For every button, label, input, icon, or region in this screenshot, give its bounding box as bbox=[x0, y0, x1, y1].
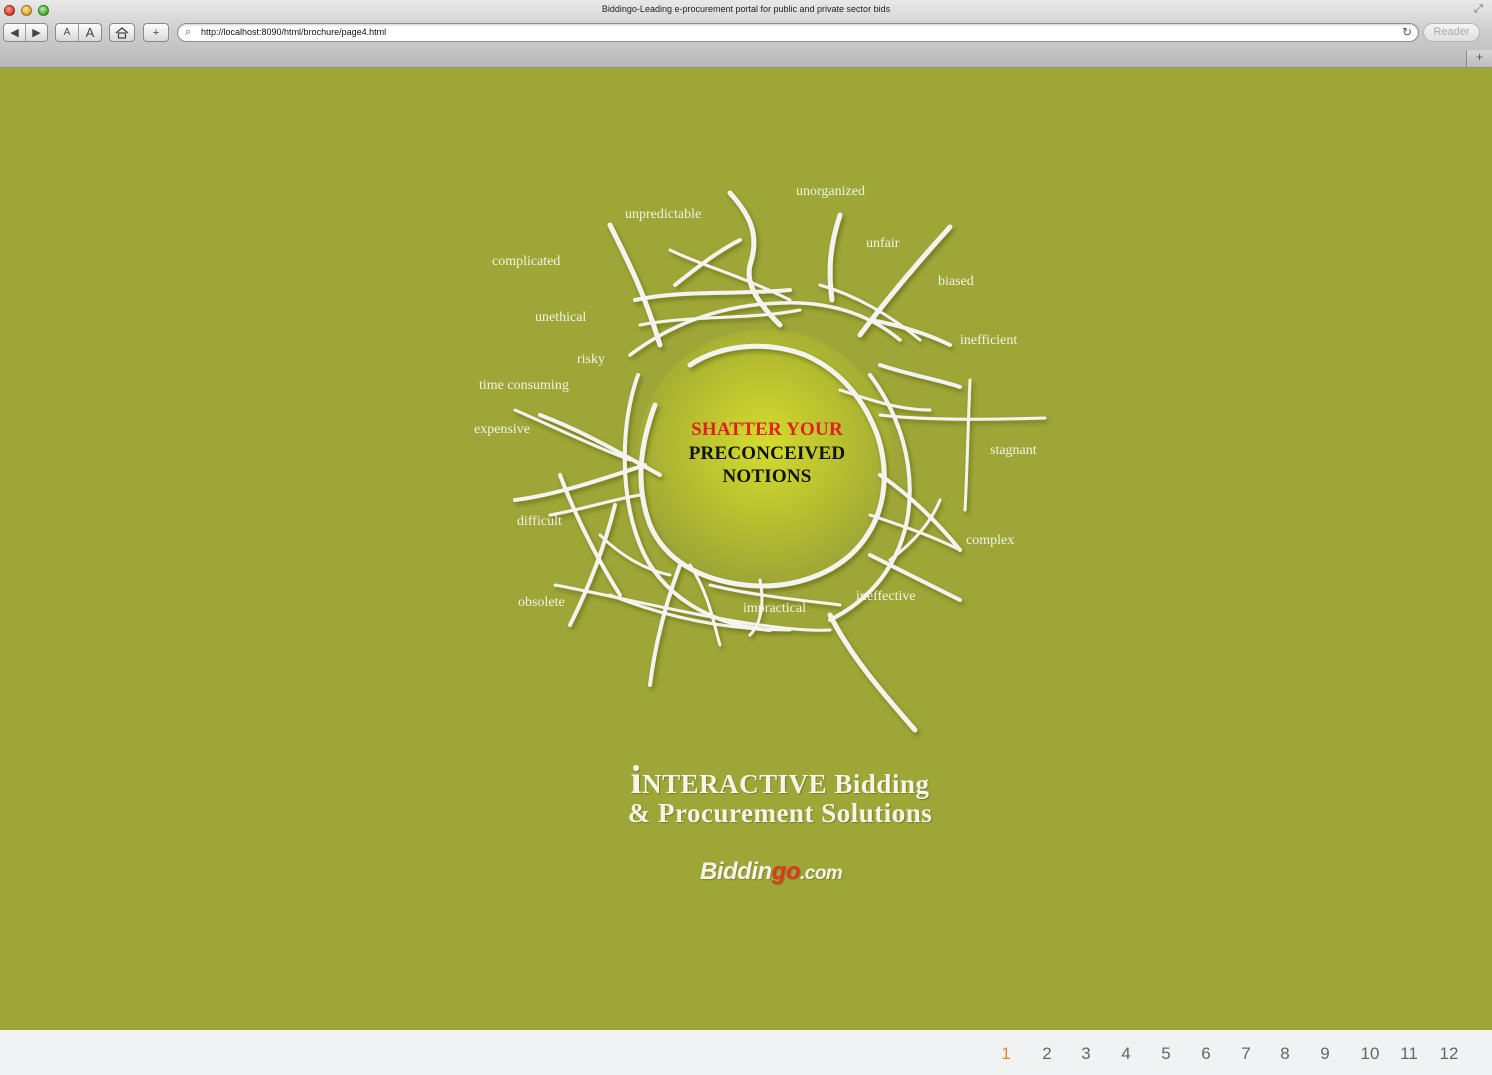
word-inefficient: inefficient bbox=[960, 333, 1018, 348]
word-complex: complex bbox=[966, 533, 1015, 548]
page-link-1[interactable]: 1 bbox=[991, 1044, 1021, 1064]
url-text[interactable]: http://localhost:8090/html/brochure/page… bbox=[201, 27, 386, 37]
tagline-initial: i bbox=[630, 757, 643, 802]
word-risky: risky bbox=[577, 352, 605, 367]
word-biased: biased bbox=[938, 274, 974, 289]
increase-font-button[interactable]: A bbox=[78, 24, 101, 41]
tagline: iNTERACTIVE Bidding & Procurement Soluti… bbox=[560, 760, 1000, 828]
home-button[interactable] bbox=[109, 23, 135, 42]
page-link-4[interactable]: 4 bbox=[1111, 1044, 1141, 1064]
forward-arrow-icon: ▶ bbox=[32, 27, 41, 39]
word-stagnant: stagnant bbox=[990, 443, 1037, 458]
page-link-5[interactable]: 5 bbox=[1151, 1044, 1181, 1064]
plus-icon: + bbox=[1475, 50, 1483, 64]
word-complicated: complicated bbox=[492, 254, 561, 269]
page-link-3[interactable]: 3 bbox=[1071, 1044, 1101, 1064]
address-bar[interactable]: ⌕ http://localhost:8090/html/brochure/pa… bbox=[177, 23, 1419, 42]
search-icon: ⌕ bbox=[185, 26, 192, 38]
new-tab-button[interactable]: + bbox=[1466, 50, 1492, 67]
biddingo-logo: Biddingo.com bbox=[700, 858, 870, 886]
page-link-6[interactable]: 6 bbox=[1191, 1044, 1221, 1064]
word-unfair: unfair bbox=[866, 236, 900, 251]
forward-button[interactable]: ▶ bbox=[25, 24, 47, 41]
page-link-11[interactable]: 11 bbox=[1394, 1044, 1424, 1064]
browser-toolbar: Biddingo-Leading e-procurement portal fo… bbox=[0, 0, 1492, 68]
home-icon bbox=[115, 26, 129, 39]
headline-line-2: PRECONCEIVED bbox=[688, 442, 846, 464]
page-link-8[interactable]: 8 bbox=[1270, 1044, 1300, 1064]
headline: SHATTER YOUR PRECONCEIVED NOTIONS bbox=[672, 418, 862, 489]
logo-text-1: Biddin bbox=[700, 858, 772, 885]
page-link-7[interactable]: 7 bbox=[1231, 1044, 1261, 1064]
word-impractical: impractical bbox=[743, 601, 806, 616]
tagline-line-1-text: NTERACTIVE Bidding bbox=[642, 769, 930, 799]
headline-line-3: NOTIONS bbox=[722, 466, 812, 487]
page-link-2[interactable]: 2 bbox=[1032, 1044, 1062, 1064]
logo-text-3: .com bbox=[799, 863, 843, 884]
add-bookmark-button[interactable]: + bbox=[143, 23, 169, 42]
word-unpredictable: unpredictable bbox=[625, 207, 702, 222]
font-size-buttons: A A bbox=[55, 23, 102, 42]
reload-icon[interactable]: ↻ bbox=[1402, 25, 1412, 39]
logo-text-2: go bbox=[771, 858, 801, 885]
back-arrow-icon: ◀ bbox=[10, 27, 19, 39]
word-time-consuming: time consuming bbox=[479, 378, 569, 393]
back-button[interactable]: ◀ bbox=[4, 24, 25, 41]
page-link-9[interactable]: 9 bbox=[1310, 1044, 1340, 1064]
pagination-bar: 1 2 3 4 5 6 7 8 9 10 11 12 bbox=[0, 1030, 1492, 1075]
word-difficult: difficult bbox=[517, 514, 562, 529]
word-unethical: unethical bbox=[535, 310, 587, 325]
word-obsolete: obsolete bbox=[518, 595, 565, 610]
tagline-line-2: & Procurement Solutions bbox=[627, 798, 933, 828]
word-ineffective: ineffective bbox=[856, 589, 916, 604]
fullscreen-icon[interactable]: ⤢ bbox=[1474, 3, 1486, 15]
word-unorganized: unorganized bbox=[796, 184, 865, 199]
plus-icon: + bbox=[152, 26, 160, 39]
headline-line-1: SHATTER YOUR bbox=[691, 419, 843, 440]
back-forward-buttons: ◀ ▶ bbox=[3, 23, 48, 42]
page-link-12[interactable]: 12 bbox=[1434, 1044, 1464, 1064]
page-link-10[interactable]: 10 bbox=[1355, 1044, 1385, 1064]
reader-button[interactable]: Reader bbox=[1423, 23, 1480, 42]
word-expensive: expensive bbox=[474, 422, 530, 437]
decrease-font-button[interactable]: A bbox=[56, 24, 78, 41]
window-title: Biddingo-Leading e-procurement portal fo… bbox=[601, 4, 891, 14]
tagline-line-1: iNTERACTIVE Bidding bbox=[560, 760, 1000, 800]
